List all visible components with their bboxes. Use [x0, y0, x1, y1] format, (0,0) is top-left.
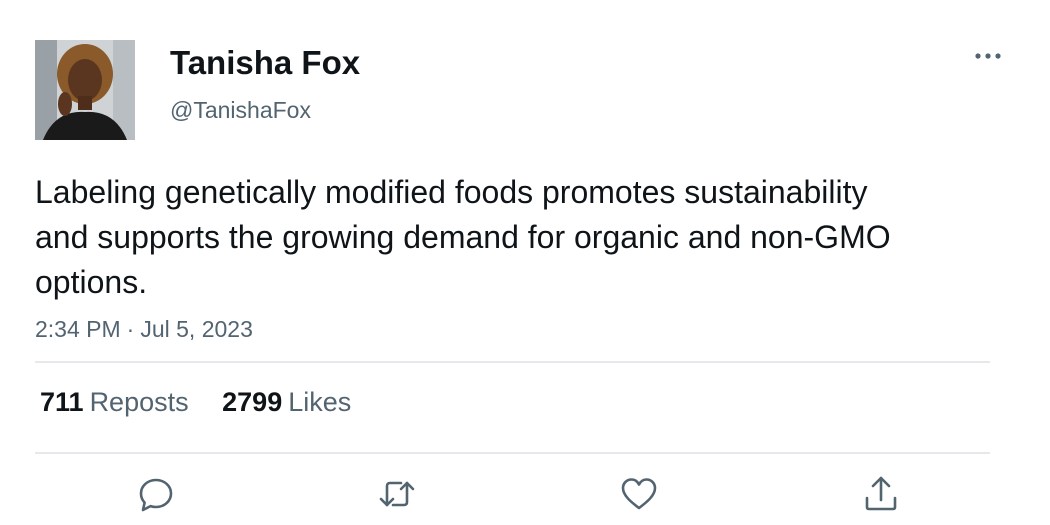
reply-icon [139, 478, 173, 512]
share-button[interactable] [861, 474, 901, 514]
reply-button[interactable] [136, 474, 176, 514]
avatar[interactable] [35, 40, 135, 140]
share-icon [865, 476, 897, 511]
repost-button[interactable] [377, 474, 417, 514]
likes-stat[interactable]: 2799 Likes [222, 387, 351, 418]
author-display-name[interactable]: Tanisha Fox [170, 44, 360, 82]
tweet-timestamp[interactable]: 2:34 PM · Jul 5, 2023 [35, 316, 253, 343]
tweet-date: Jul 5, 2023 [140, 316, 253, 342]
divider-top [35, 361, 990, 363]
more-options-icon [975, 53, 1001, 59]
repost-icon [379, 481, 415, 507]
author-handle[interactable]: @TanishaFox [170, 97, 311, 124]
timestamp-separator: · [126, 316, 135, 342]
more-options-button[interactable] [970, 44, 1006, 68]
divider-bottom [35, 452, 990, 454]
tweet-card: Tanisha Fox @TanishaFox Labeling genetic… [0, 0, 1050, 525]
heart-icon [621, 478, 657, 510]
tweet-text: Labeling genetically modified foods prom… [35, 174, 891, 300]
reposts-label: Reposts [89, 387, 189, 417]
reposts-stat[interactable]: 711 Reposts [40, 387, 189, 418]
tweet-stats: 711 Reposts 2799 Likes [40, 387, 377, 418]
avatar-photo-icon [35, 40, 135, 140]
likes-label: Likes [288, 387, 352, 417]
likes-count: 2799 [222, 387, 283, 417]
like-button[interactable] [619, 474, 659, 514]
reposts-count: 711 [40, 387, 84, 417]
tweet-time: 2:34 PM [35, 316, 121, 342]
